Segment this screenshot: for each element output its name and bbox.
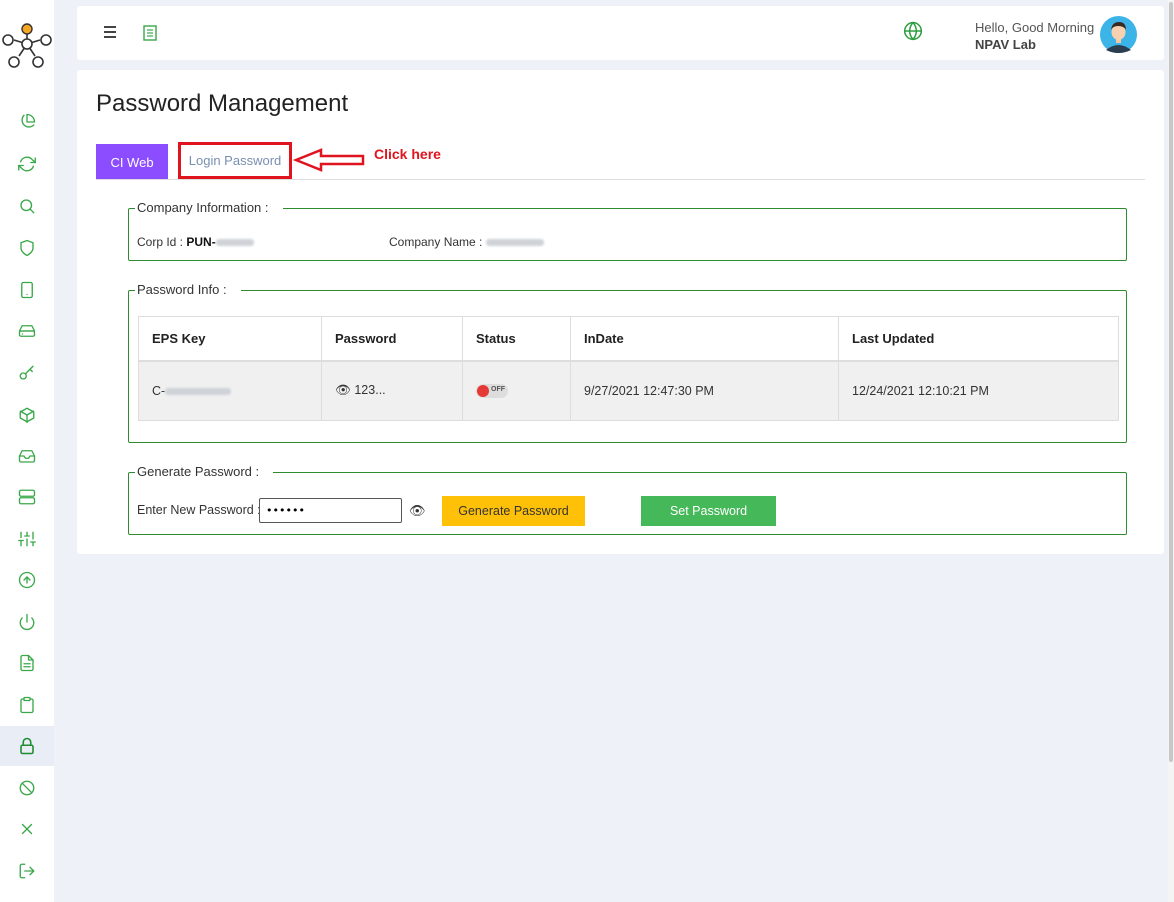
column-header-password: Password [321, 316, 463, 362]
column-header-last-updated: Last Updated [838, 316, 1119, 362]
greeting-text: Hello, Good Morning [975, 20, 1095, 35]
password-info-section: Password Info : EPS Key Password Status … [128, 282, 1127, 443]
password-info-legend: Password Info : [135, 282, 241, 297]
annotation-click-here: Click here [374, 146, 441, 162]
password-info-table: EPS Key Password Status InDate Last Upda… [138, 316, 1119, 421]
shield-icon [20, 239, 34, 257]
company-name-label: Company Name : [389, 235, 486, 249]
refresh-icon [18, 156, 36, 172]
generate-password-legend: Generate Password : [135, 464, 274, 479]
last-updated-cell: 12/24/2021 12:10:21 PM [838, 360, 1119, 421]
sidebar-item-logout[interactable] [0, 851, 54, 891]
sidebar-item-dashboard[interactable] [0, 102, 54, 142]
eye-icon[interactable]: 👁 [409, 503, 426, 519]
generate-password-section: Generate Password : Enter New Password :… [128, 464, 1127, 535]
table-row: C- 👁 123... OFF 9/27/2021 12:47:30 PM 12… [138, 360, 1119, 421]
search-icon [20, 199, 35, 214]
scrollbar-thumb[interactable] [1169, 2, 1173, 762]
sidebar-item-block[interactable] [0, 768, 54, 808]
status-toggle[interactable]: OFF [476, 384, 508, 399]
sidebar-item-close[interactable] [0, 809, 54, 849]
annotation-arrow-icon [293, 148, 365, 172]
eye-icon[interactable]: 👁 [335, 383, 351, 397]
new-password-input[interactable] [259, 498, 402, 523]
company-name-field: Company Name : [389, 235, 544, 249]
sidebar-item-settings[interactable] [0, 519, 54, 559]
toggle-knob [477, 385, 489, 398]
hard-drive-icon [18, 325, 36, 337]
sidebar-item-keys[interactable] [0, 353, 54, 393]
sidebar [0, 0, 54, 902]
corp-id-field: Corp Id : PUN- [137, 235, 254, 249]
sidebar-item-inbox[interactable] [0, 436, 54, 476]
sidebar-item-sync[interactable] [0, 144, 54, 184]
password-value: 123... [354, 383, 386, 398]
sliders-icon [18, 531, 36, 547]
eps-key-cell: C- [138, 360, 322, 421]
tab-ci-web[interactable]: CI Web [96, 144, 168, 180]
password-cell: 👁 123... [321, 360, 463, 421]
page-scrollbar[interactable] [1168, 0, 1174, 902]
new-password-label: Enter New Password : [137, 503, 261, 517]
sidebar-item-clipboard[interactable] [0, 685, 54, 725]
company-info-legend: Company Information : [135, 200, 283, 215]
molecule-logo[interactable] [0, 20, 54, 74]
inbox-icon [18, 450, 36, 463]
sidebar-item-security[interactable] [0, 228, 54, 268]
sidebar-item-upload[interactable] [0, 560, 54, 600]
username: NPAV Lab [975, 37, 1036, 52]
file-text-icon [20, 654, 34, 672]
sidebar-item-password[interactable] [0, 726, 54, 766]
sidebar-item-search[interactable] [0, 186, 54, 226]
hamburger-menu-icon[interactable] [104, 26, 116, 38]
column-header-status: Status [462, 316, 571, 362]
key-icon [19, 365, 34, 380]
tab-login-password[interactable]: Login Password [178, 142, 292, 179]
globe-icon[interactable] [903, 21, 923, 41]
redacted-value [165, 387, 232, 395]
set-password-button[interactable]: Set Password [641, 496, 776, 526]
corp-id-label: Corp Id : [137, 235, 187, 249]
toggle-state-text: OFF [491, 386, 505, 394]
redacted-value [485, 239, 544, 247]
generate-password-button[interactable]: Generate Password [442, 496, 585, 526]
corp-id-value: PUN- [186, 235, 216, 249]
sidebar-item-packages[interactable] [0, 395, 54, 435]
sidebar-item-reports[interactable] [0, 643, 54, 683]
avatar[interactable] [1100, 16, 1137, 53]
x-icon [21, 823, 33, 835]
password-management-card: Password Management CI Web Login Passwor… [77, 70, 1164, 554]
lock-icon [20, 737, 34, 755]
company-info-section: Company Information : Corp Id : PUN- Com… [128, 200, 1127, 261]
sidebar-item-power[interactable] [0, 602, 54, 642]
table-header-row: EPS Key Password Status InDate Last Upda… [138, 316, 1119, 362]
tabs-divider [96, 179, 1145, 180]
redacted-value [215, 239, 254, 247]
power-icon [19, 613, 35, 631]
column-header-eps-key: EPS Key [138, 316, 322, 362]
receipt-icon[interactable] [143, 25, 157, 41]
status-cell: OFF [462, 360, 571, 421]
logout-icon [19, 863, 35, 879]
eps-key-prefix: C- [152, 383, 166, 398]
sidebar-item-servers[interactable] [0, 477, 54, 517]
top-header: Hello, Good Morning NPAV Lab [77, 6, 1164, 60]
upload-circle-icon [18, 571, 36, 589]
clipboard-icon [20, 696, 34, 714]
sidebar-item-devices[interactable] [0, 270, 54, 310]
indate-cell: 9/27/2021 12:47:30 PM [570, 360, 839, 421]
tablet-icon [21, 281, 33, 299]
server-icon [18, 489, 36, 505]
page-title: Password Management [96, 90, 349, 117]
pie-chart-icon [21, 113, 36, 128]
column-header-indate: InDate [570, 316, 839, 362]
package-icon [19, 407, 35, 424]
block-icon [19, 780, 35, 796]
sidebar-item-storage[interactable] [0, 311, 54, 351]
